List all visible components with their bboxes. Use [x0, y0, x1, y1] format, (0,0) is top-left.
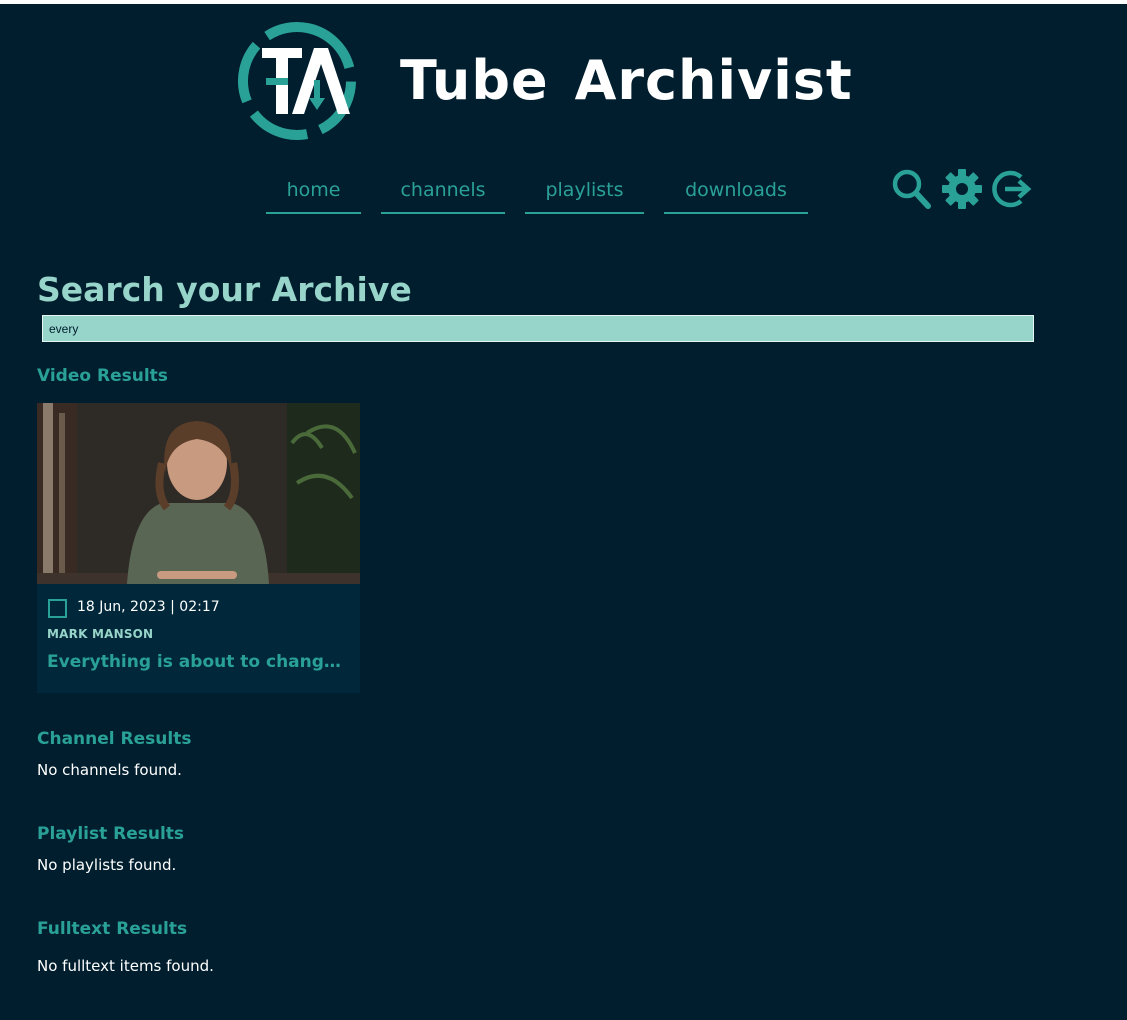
app-root: Tube Archivist home channels playlists do… [0, 4, 1127, 1020]
search-input[interactable] [42, 315, 1034, 342]
video-date: 18 Jun, 2023 | 02:17 [77, 599, 220, 615]
nav-playlists[interactable]: playlists [525, 172, 644, 214]
video-channel-name[interactable]: MARK MANSON [47, 627, 153, 641]
brand-word-archivist: Archivist [574, 49, 853, 112]
playlist-results-empty: No playlists found. [37, 856, 177, 874]
nav-home[interactable]: home [266, 172, 361, 214]
nav-channels[interactable]: channels [381, 172, 505, 214]
logout-icon[interactable] [991, 167, 1033, 211]
gear-icon[interactable] [941, 167, 983, 211]
fulltext-results-empty: No fulltext items found. [37, 957, 214, 975]
watched-checkbox[interactable] [48, 599, 67, 618]
fulltext-results-title: Fulltext Results [37, 919, 188, 939]
brand-title: Tube Archivist [400, 46, 853, 116]
nav-downloads[interactable]: downloads [664, 172, 808, 214]
page-title: Search your Archive [37, 270, 412, 309]
search-icon[interactable] [890, 167, 932, 211]
channel-results-title: Channel Results [37, 729, 192, 749]
video-thumbnail[interactable] [37, 403, 360, 584]
brand-word-tube: Tube [400, 49, 549, 112]
playlist-results-title: Playlist Results [37, 824, 185, 844]
video-title[interactable]: Everything is about to change... [47, 652, 352, 672]
video-card[interactable]: 18 Jun, 2023 | 02:17 MARK MANSON Everyth… [37, 403, 360, 693]
video-results-title: Video Results [37, 366, 168, 386]
logo-icon[interactable] [234, 18, 360, 144]
channel-results-empty: No channels found. [37, 761, 182, 779]
